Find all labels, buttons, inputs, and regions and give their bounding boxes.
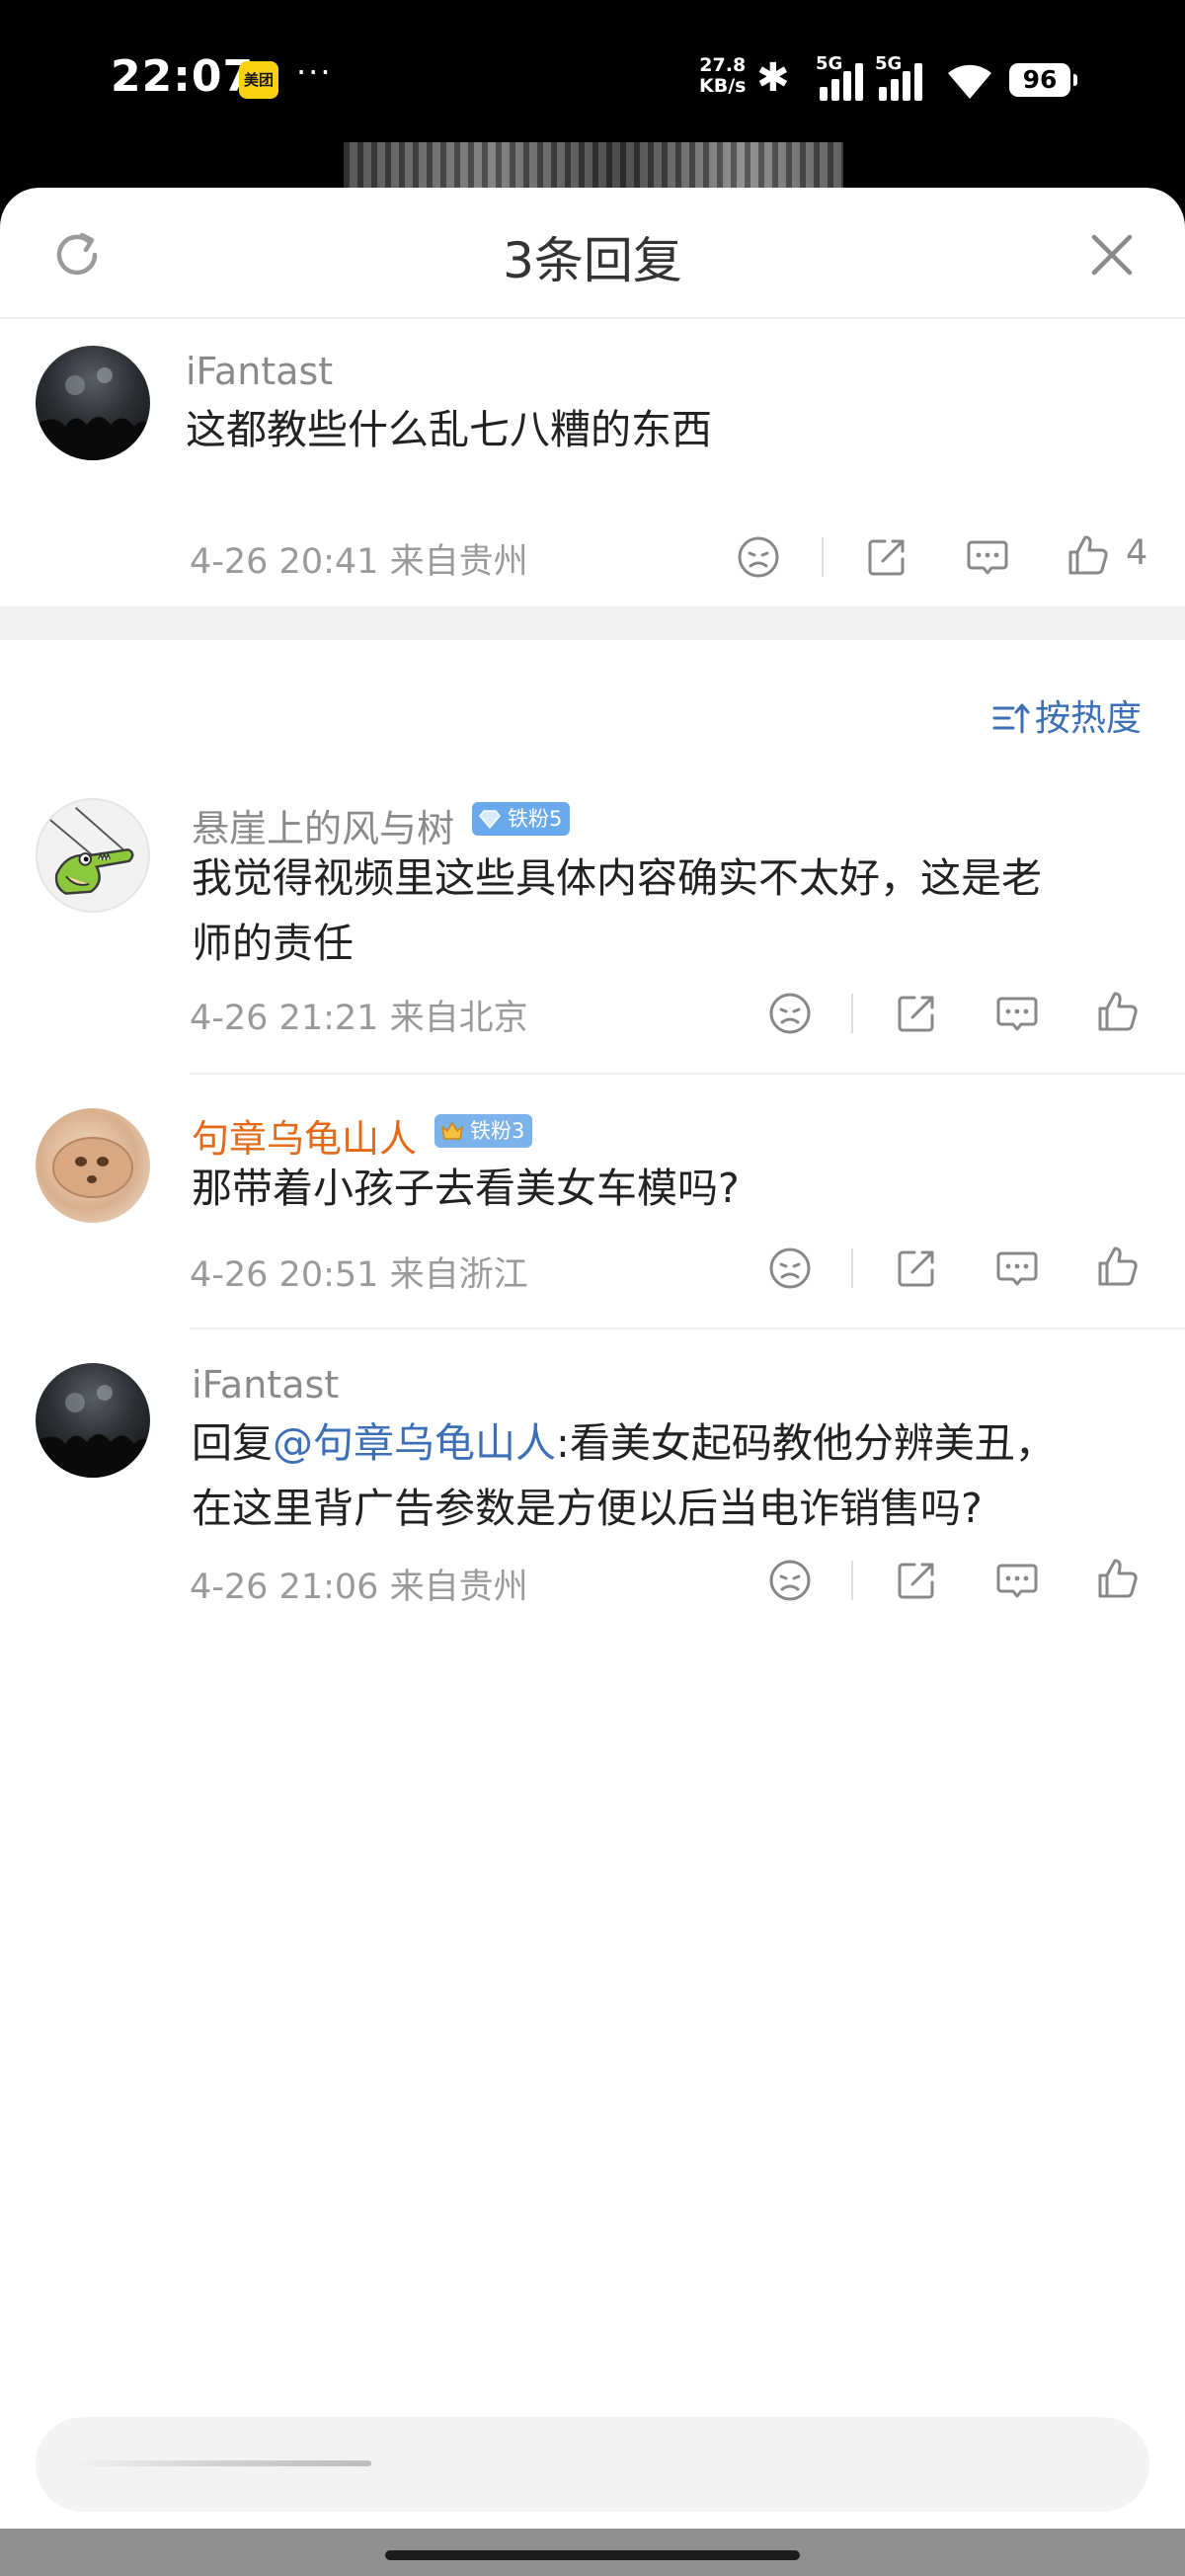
reply-meta: 4-26 20:51 来自浙江 <box>190 1247 528 1297</box>
dislike-icon[interactable] <box>766 990 814 1037</box>
sheet-title: 3条回复 <box>503 232 682 289</box>
action-divider <box>851 1248 853 1288</box>
action-divider <box>822 537 824 577</box>
reply-meta: 4-26 21:21 来自北京 <box>190 990 528 1040</box>
diamond-icon <box>478 807 502 831</box>
like-icon[interactable] <box>1094 1243 1142 1290</box>
more-notifications-icon: ··· <box>296 53 333 91</box>
home-indicator[interactable] <box>385 2550 800 2560</box>
sort-label: 按热度 <box>1035 698 1143 739</box>
mention-link[interactable]: @句章乌龟山人 <box>273 1419 556 1467</box>
reply-time: 4-26 21:21 <box>190 999 379 1038</box>
sort-icon <box>991 700 1031 736</box>
video-background <box>344 142 843 192</box>
signal-icon-2: 5G <box>875 53 936 101</box>
network-speed-unit: KB/s <box>699 75 747 97</box>
status-time: 22:07 <box>111 51 255 102</box>
signal-icon-1: 5G <box>816 53 877 101</box>
reply-input[interactable] <box>36 2417 1149 2512</box>
reply-location: 来自浙江 <box>389 1255 528 1295</box>
network-speed-value: 27.8 <box>699 54 747 76</box>
avatar[interactable] <box>36 1363 150 1478</box>
comment-icon[interactable] <box>964 533 1011 581</box>
reply-content-line: 我觉得视频里这些具体内容确实不太好，这是老 <box>192 854 1042 902</box>
wifi-icon <box>944 59 995 101</box>
reply-location: 来自北京 <box>389 999 528 1038</box>
reply-username[interactable]: iFantast <box>192 1363 339 1407</box>
reply-username[interactable]: 句章乌龟山人 <box>192 1108 417 1163</box>
section-divider <box>0 606 1185 640</box>
fan-badge: 铁粉5 <box>472 802 571 836</box>
close-icon[interactable] <box>1086 229 1138 281</box>
reply-prefix: 回复 <box>192 1419 273 1467</box>
comment-username[interactable]: iFantast <box>186 350 333 393</box>
fan-badge-label: 铁粉5 <box>508 807 563 831</box>
bluetooth-icon: ✱ <box>756 55 790 101</box>
dislike-icon[interactable] <box>766 1245 814 1292</box>
action-divider <box>851 1561 853 1600</box>
input-placeholder <box>75 2460 371 2466</box>
reply-content-line: 在这里背广告参数是方便以后当电诈销售吗? <box>192 1485 983 1532</box>
reply-username[interactable]: 悬崖上的风与树 <box>192 798 454 852</box>
like-icon[interactable] <box>1094 1555 1142 1602</box>
reply-time: 4-26 21:06 <box>190 1568 379 1607</box>
status-bar: 22:07 美团 ··· 27.8 KB/s ✱ 5G 5G 96 <box>0 0 1185 148</box>
share-icon[interactable] <box>863 533 910 581</box>
reply-content-line: 师的责任 <box>192 920 354 967</box>
avatar[interactable] <box>36 346 150 460</box>
reply-location: 来自贵州 <box>389 1568 528 1607</box>
network-type-2: 5G <box>875 53 903 74</box>
meituan-app-icon: 美团 <box>239 61 278 99</box>
navigation-bar <box>0 2529 1185 2576</box>
reply-text: :看美女起码教他分辨美丑， <box>556 1419 1056 1467</box>
share-icon[interactable] <box>893 1245 940 1292</box>
like-count: 4 <box>1126 533 1148 573</box>
comment-icon[interactable] <box>993 1557 1041 1604</box>
fan-badge-label: 铁粉3 <box>470 1119 525 1143</box>
replies-sheet: 3条回复 iFantast 这都教些什么乱七八糟的东西 4-26 20:41 来… <box>0 188 1185 2529</box>
reply-meta: 4-26 21:06 来自贵州 <box>190 1559 528 1609</box>
comment-content: 这都教些什么乱七八糟的东西 <box>186 406 712 453</box>
reply-content: 回复@句章乌龟山人:看美女起码教他分辨美丑， 在这里背广告参数是方便以后当电诈销… <box>192 1410 1056 1541</box>
sort-button[interactable]: 按热度 <box>991 689 1142 741</box>
network-type-1: 5G <box>816 53 843 74</box>
reply-content: 那带着小孩子去看美女车模吗? <box>192 1165 740 1212</box>
share-icon[interactable] <box>893 1557 940 1604</box>
dislike-icon[interactable] <box>766 1557 814 1604</box>
like-icon[interactable] <box>1065 531 1112 579</box>
reply-divider <box>190 1328 1185 1329</box>
reply-content: 我觉得视频里这些具体内容确实不太好，这是老 师的责任 <box>192 845 1042 976</box>
battery-icon: 96 <box>1009 63 1077 97</box>
share-icon[interactable] <box>893 990 940 1037</box>
comment-time: 4-26 20:41 <box>190 542 379 582</box>
network-speed: 27.8 KB/s <box>699 55 746 97</box>
like-icon[interactable] <box>1094 988 1142 1035</box>
avatar[interactable] <box>36 1108 150 1223</box>
crown-icon <box>440 1119 464 1143</box>
reply-time: 4-26 20:51 <box>190 1255 379 1295</box>
avatar[interactable] <box>36 798 150 913</box>
comment-icon[interactable] <box>993 1245 1041 1292</box>
comment-location: 来自贵州 <box>389 542 528 582</box>
dislike-icon[interactable] <box>735 533 782 581</box>
comment-meta: 4-26 20:41 来自贵州 <box>190 533 528 584</box>
fan-badge: 铁粉3 <box>434 1114 533 1148</box>
reply-content-line: 回复@句章乌龟山人:看美女起码教他分辨美丑， <box>192 1410 1056 1476</box>
reply-divider <box>190 1073 1185 1075</box>
comment-icon[interactable] <box>993 990 1041 1037</box>
action-divider <box>851 994 853 1033</box>
sheet-header: 3条回复 <box>0 188 1185 319</box>
